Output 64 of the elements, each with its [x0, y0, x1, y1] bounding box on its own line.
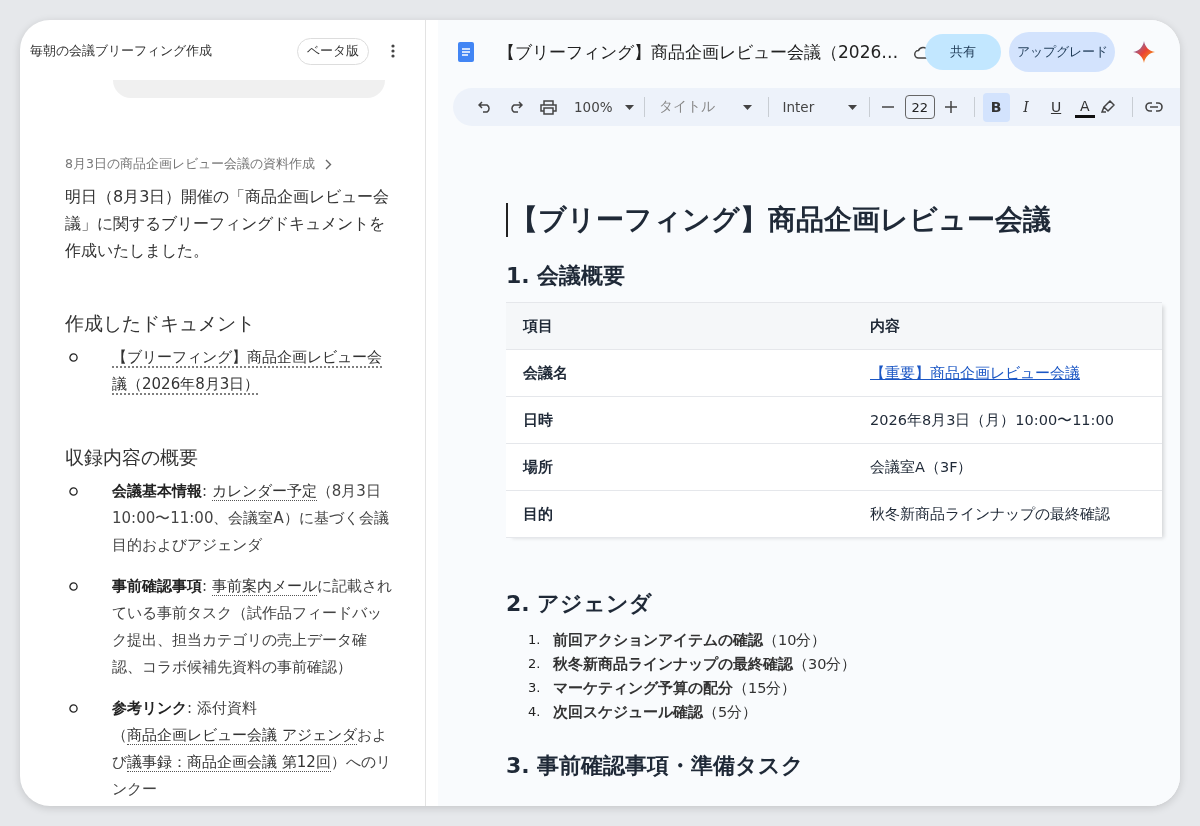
column-header: 内容: [869, 316, 900, 336]
bullet-icon: [69, 353, 78, 362]
document-link[interactable]: 事前案内メール: [211, 577, 317, 596]
table-cell-text: 場所: [521, 457, 554, 477]
section-heading: 1. 会議概要: [506, 262, 627, 290]
document-link[interactable]: 【ブリーフィング】商品企画レビュー会議（2026年8月3日）: [112, 344, 395, 398]
section-heading: 作成したドキュメント: [65, 312, 256, 336]
summary-item: 事前確認事項: 事前案内メールに記載されている事前タスク（試作品フィードバック提出、担当カテゴリの売上データ確認、コラボ候補先資料の事前確認）: [112, 576, 393, 678]
document-heading: 【ブリーフィング】商品企画レビュー会議: [510, 202, 1051, 238]
table-cell-text: 会議名: [522, 363, 569, 383]
list-number: 2.: [528, 655, 542, 673]
list-number: 1.: [528, 631, 542, 649]
chevron-right-icon: [324, 159, 332, 170]
intro-text: 明日（8月3日）開催の「商品企画レビュー会議」に関するブリーフィングドキュメントを作成いたしました。: [65, 186, 391, 262]
redo-icon[interactable]: [509, 101, 523, 113]
document-icon[interactable]: [458, 42, 474, 62]
agenda-item: マーケティング予算の配分（15分）: [553, 679, 797, 698]
caret-icon: [624, 104, 634, 110]
panel-title: 毎朝の会議ブリーフィング作成: [30, 42, 213, 60]
section-heading: 2. アジェンダ: [506, 590, 654, 618]
table-cell-text: 目的: [522, 504, 554, 524]
bullet-icon: [69, 582, 78, 591]
document-title[interactable]: 【ブリーフィング】商品企画レビュー会議（2026…: [498, 40, 899, 64]
text-cursor: [506, 203, 508, 237]
caret-icon: [742, 104, 752, 110]
summary-item: 参考リンク: 添付資料（商品企画レビュー会議 アジェンダおよび議事録：商品企画会議 第12回）へのリンクー: [112, 698, 392, 800]
zoom-dropdown[interactable]: 100%: [574, 99, 634, 115]
document-link[interactable]: 商品企画レビュー会議 アジェンダ: [127, 726, 357, 745]
bold-button[interactable]: B: [982, 92, 1010, 122]
caret-icon: [847, 104, 857, 110]
undo-icon[interactable]: [478, 101, 492, 113]
section-heading: 3. 事前確認事項・準備タスク: [506, 752, 806, 780]
font-dropdown[interactable]: Inter: [782, 99, 857, 115]
plus-icon[interactable]: [944, 101, 957, 113]
table-cell-text: 日時: [522, 410, 554, 430]
more-icon[interactable]: [391, 44, 395, 58]
document-link[interactable]: 議事録：商品企画会議 第12回: [127, 753, 331, 772]
italic-button[interactable]: I: [1012, 92, 1040, 122]
section-heading: 収録内容の概要: [65, 446, 199, 470]
bullet-icon: [69, 704, 78, 713]
meeting-link[interactable]: 【重要】商品企画レビュー会議: [870, 364, 1080, 381]
share-button[interactable]: 共有: [925, 34, 1002, 70]
agenda-item: 次回スケジュール確認（5分）: [553, 703, 758, 722]
table-cell: 会議室A（3F）: [870, 458, 973, 475]
minus-icon[interactable]: [881, 106, 894, 108]
breadcrumb-link[interactable]: 8月3日の商品企画レビュー会議の資料作成: [65, 156, 315, 173]
list-number: 3.: [528, 679, 542, 697]
document-link[interactable]: カレンダー予定: [211, 482, 317, 501]
sparkle-icon[interactable]: [1133, 41, 1156, 63]
highlighter-icon[interactable]: [1100, 100, 1115, 114]
column-header: 項目: [522, 316, 554, 336]
agenda-item: 前回アクションアイテムの確認（10分）: [553, 631, 827, 650]
list-number: 4.: [528, 703, 542, 721]
underline-button[interactable]: U: [1042, 92, 1070, 122]
link-icon[interactable]: [1144, 102, 1163, 112]
text-color-button[interactable]: A: [1074, 96, 1095, 118]
table-cell: 2026年8月3日（月）10:00〜11:00: [870, 411, 1114, 428]
upgrade-button[interactable]: アップグレード: [1009, 32, 1116, 72]
font-size-field[interactable]: 22: [904, 95, 935, 119]
bullet-icon: [69, 487, 78, 496]
print-icon[interactable]: [540, 99, 557, 115]
table-cell: 秋冬新商品ラインナップの最終確認: [870, 505, 1110, 522]
summary-item: 会議基本情報: カレンダー予定（8月3日 10:00〜11:00、会議室A）に基づく会議目的およびアジェンダ: [112, 481, 390, 556]
agenda-item: 秋冬新商品ラインナップの最終確認（30分）: [553, 655, 857, 674]
